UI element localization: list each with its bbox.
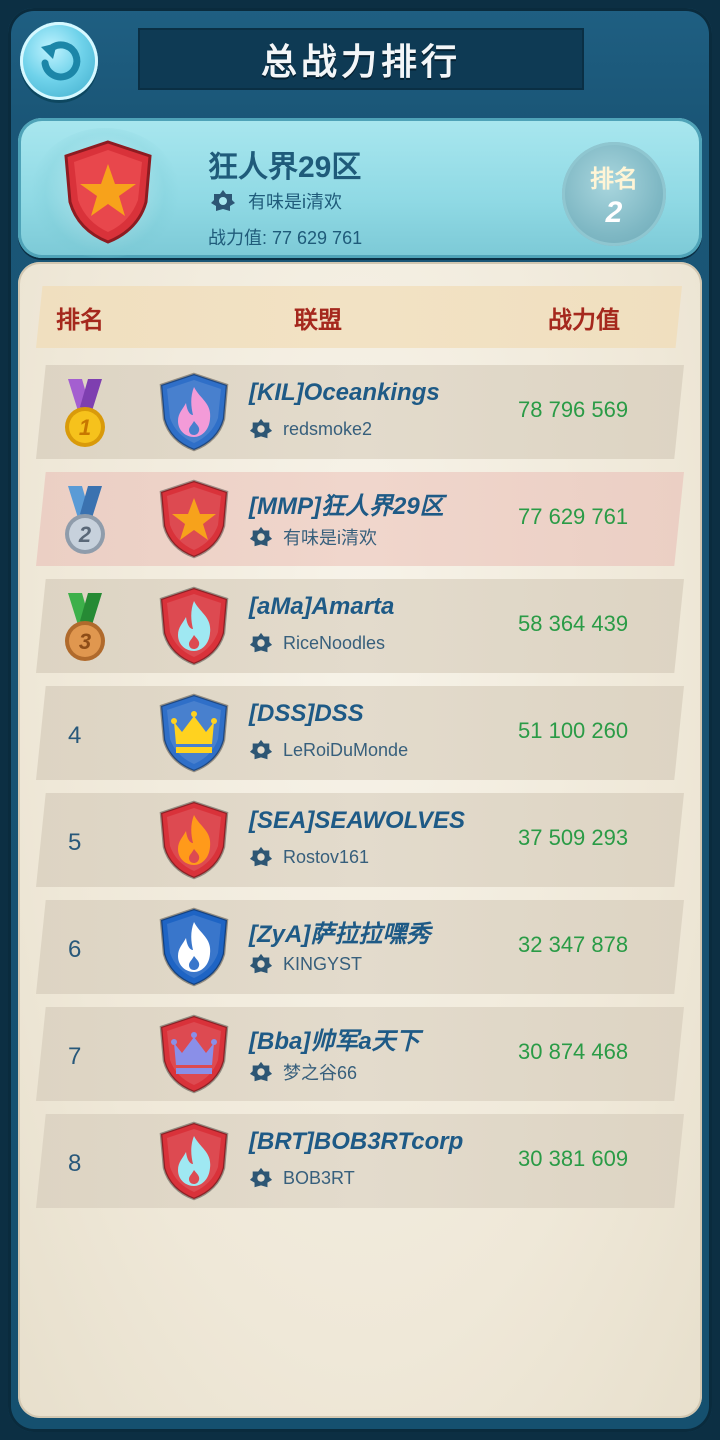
column-header-rank: 排名 xyxy=(56,307,104,334)
alliance-power: 78 796 569 xyxy=(518,397,629,422)
ranking-row[interactable]: 5 [SEA]SEAWOLVES Rostov161 37 509 293 xyxy=(36,793,684,887)
ranking-panel: 排名 联盟 战力值 1 [KIL]Oceankings redsmoke2 78 79… xyxy=(18,262,702,1418)
leader-icon xyxy=(249,1167,273,1188)
rank-number: 8 xyxy=(68,1150,82,1177)
alliance-emblem xyxy=(159,907,229,987)
leader-icon xyxy=(249,526,273,547)
leader-name: 有味是i清欢 xyxy=(283,528,377,548)
alliance-emblem xyxy=(159,1014,229,1094)
player-leader: 有味是i清欢 xyxy=(210,188,342,214)
ranking-row[interactable]: 2 [MMP]狂人界29区有味是i清欢 77 629 761 xyxy=(36,472,684,566)
player-rank-badge: 排名 2 xyxy=(562,142,666,246)
leader-name: 梦之谷66 xyxy=(283,1063,358,1083)
back-button[interactable] xyxy=(20,22,98,100)
silver-medal-icon: 2 xyxy=(65,486,105,554)
alliance-name: [KIL]Oceankings xyxy=(249,379,440,406)
leader-name: Rostov161 xyxy=(283,846,370,867)
alliance-name: [BRT]BOB3RTcorp xyxy=(249,1128,464,1155)
player-alliance-name: 狂人界29区 xyxy=(208,151,362,184)
ranking-row[interactable]: 7 [Bba]帅军a天下梦之谷66 30 874 468 xyxy=(36,1007,684,1101)
rank-number: 5 xyxy=(68,829,82,856)
rank-label: 排名 xyxy=(590,165,638,193)
leader-name: redsmoke2 xyxy=(283,418,373,439)
leader-icon xyxy=(211,190,235,211)
leader-icon xyxy=(249,1061,273,1082)
player-power: 战力值: 77 629 761 xyxy=(208,228,363,248)
alliance-emblem xyxy=(159,800,229,880)
leader-name: LeRoiDuMonde xyxy=(283,739,409,760)
alliance-power: 77 629 761 xyxy=(518,504,629,529)
leader-icon xyxy=(249,953,273,974)
title-banner: 总战力排行 xyxy=(140,30,582,88)
player-emblem xyxy=(64,140,152,244)
alliance-power: 30 874 468 xyxy=(518,1039,629,1064)
alliance-emblem xyxy=(159,693,229,773)
alliance-leader: LeRoiDuMonde xyxy=(249,738,408,762)
alliance-leader: KINGYST xyxy=(249,952,362,976)
leader-name: KINGYST xyxy=(283,953,363,974)
rank-number: 6 xyxy=(68,936,82,963)
alliance-emblem xyxy=(159,1121,229,1201)
alliance-power: 51 100 260 xyxy=(518,718,629,743)
alliance-leader: BOB3RT xyxy=(249,1166,355,1190)
leader-name: BOB3RT xyxy=(283,1167,355,1188)
column-header-alliance: 联盟 xyxy=(294,307,342,334)
alliance-power: 58 364 439 xyxy=(518,611,629,636)
player-leader-name: 有味是i清欢 xyxy=(248,192,342,212)
alliance-leader: redsmoke2 xyxy=(249,417,372,441)
leader-icon xyxy=(249,846,273,867)
alliance-name: [DSS]DSS xyxy=(249,700,364,727)
rank-value: 2 xyxy=(605,195,623,229)
ranking-row[interactable]: 6 [ZyA]萨拉拉嘿秀 KINGYST 32 347 878 xyxy=(36,900,684,994)
table-header: 排名 联盟 战力值 xyxy=(36,286,682,348)
player-alliance-card: 狂人界29区 有味是i清欢 战力值: 77 629 761 排名 2 xyxy=(18,118,702,258)
ranking-row[interactable]: 4 [DSS]DSS LeRoiDuMonde 51 100 260 xyxy=(36,686,684,780)
alliance-name: [Bba]帅军a天下 xyxy=(249,1028,420,1055)
page-title: 总战力排行 xyxy=(260,41,461,82)
bronze-medal-icon: 3 xyxy=(65,593,105,661)
leader-icon xyxy=(249,418,273,439)
alliance-name: [SEA]SEAWOLVES xyxy=(249,807,466,834)
svg-text:3: 3 xyxy=(79,629,91,654)
alliance-leader: RiceNoodles xyxy=(249,631,385,655)
alliance-emblem xyxy=(159,479,229,559)
leader-icon xyxy=(249,739,273,760)
alliance-leader: Rostov161 xyxy=(249,845,369,869)
gold-medal-icon: 1 xyxy=(65,379,105,447)
alliance-name: [ZyA]萨拉拉嘿秀 xyxy=(249,921,431,948)
column-header-power: 战力值 xyxy=(548,307,620,334)
svg-text:2: 2 xyxy=(78,522,92,547)
alliance-power: 32 347 878 xyxy=(518,932,629,957)
alliance-name: [aMa]Amarta xyxy=(249,593,395,620)
alliance-power: 37 509 293 xyxy=(518,825,629,850)
alliance-leader: 有味是i清欢 xyxy=(249,524,377,550)
leader-icon xyxy=(249,632,273,653)
svg-text:1: 1 xyxy=(79,415,91,440)
alliance-name: [MMP]狂人界29区 xyxy=(249,493,444,520)
alliance-leader: 梦之谷66 xyxy=(249,1059,357,1085)
ranking-row[interactable]: 8 [BRT]BOB3RTcorp BOB3RT 30 381 609 xyxy=(36,1114,684,1208)
alliance-emblem xyxy=(159,586,229,666)
rank-number: 7 xyxy=(68,1043,82,1070)
ranking-row[interactable]: 1 [KIL]Oceankings redsmoke2 78 796 569 xyxy=(36,365,684,459)
ranking-row[interactable]: 3 [aMa]Amarta RiceNoodles 58 364 439 xyxy=(36,579,684,673)
back-arrow-icon xyxy=(41,41,81,81)
rank-number: 4 xyxy=(68,722,82,749)
alliance-emblem xyxy=(159,372,229,452)
alliance-power: 30 381 609 xyxy=(518,1146,629,1171)
leader-name: RiceNoodles xyxy=(283,632,386,653)
